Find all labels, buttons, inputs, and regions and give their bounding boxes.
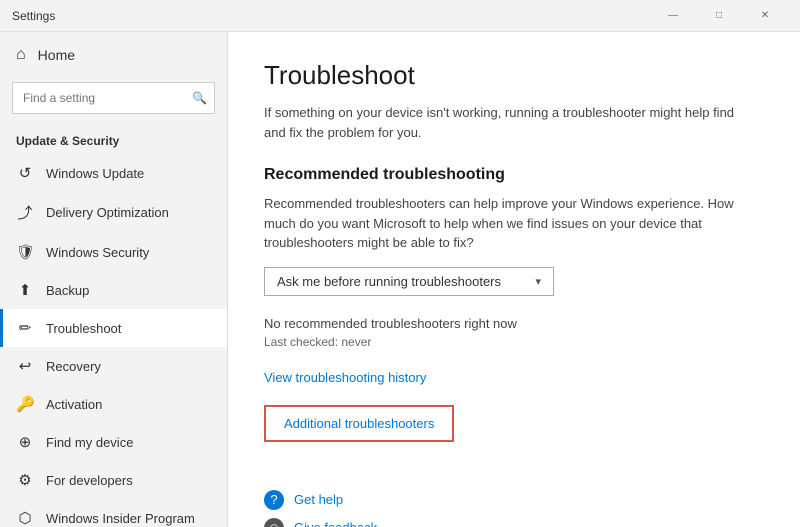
minimize-button[interactable]: — (650, 0, 696, 32)
recommended-section-title: Recommended troubleshooting (264, 166, 764, 184)
sidebar-item-troubleshoot[interactable]: ✏ Troubleshoot (0, 309, 227, 347)
search-icon: 🔍 (192, 91, 207, 105)
help-section: ? Get help ☺ Give feedback (264, 490, 764, 527)
home-label: Home (38, 47, 75, 63)
troubleshoot-dropdown[interactable]: Ask me before running troubleshooters ▾ (264, 267, 554, 296)
sidebar-item-delivery-optimization[interactable]: ⤴ Delivery Optimization (0, 192, 227, 233)
for-developers-icon: ⚙ (16, 471, 34, 489)
home-icon: ⌂ (16, 46, 26, 64)
sidebar-item-for-developers[interactable]: ⚙ For developers (0, 461, 227, 499)
content-area: Troubleshoot If something on your device… (228, 32, 800, 527)
search-box: 🔍 (12, 82, 215, 114)
give-feedback-icon: ☺ (264, 518, 284, 527)
windows-update-icon: ↺ (16, 164, 34, 182)
sidebar-item-label: Windows Security (46, 245, 149, 260)
search-input[interactable] (12, 82, 215, 114)
dropdown-value: Ask me before running troubleshooters (277, 274, 501, 289)
app-container: ⌂ Home 🔍 Update & Security ↺ Windows Upd… (0, 32, 800, 527)
sidebar-item-label: Recovery (46, 359, 101, 374)
titlebar: Settings — □ ✕ (0, 0, 800, 32)
close-button[interactable]: ✕ (742, 0, 788, 32)
sidebar-item-label: Windows Update (46, 166, 144, 181)
troubleshoot-icon: ✏ (16, 319, 34, 337)
view-history-link[interactable]: View troubleshooting history (264, 370, 426, 385)
sidebar-item-windows-insider[interactable]: ⬡ Windows Insider Program (0, 499, 227, 527)
maximize-button[interactable]: □ (696, 0, 742, 32)
get-help-item[interactable]: ? Get help (264, 490, 764, 510)
additional-troubleshooters-button[interactable]: Additional troubleshooters (264, 405, 454, 442)
sidebar-item-activation[interactable]: 🔑 Activation (0, 385, 227, 423)
sidebar-item-label: Find my device (46, 435, 133, 450)
sidebar-item-windows-update[interactable]: ↺ Windows Update (0, 154, 227, 192)
sidebar-item-label: Backup (46, 283, 89, 298)
find-my-device-icon: ⊕ (16, 433, 34, 451)
sidebar: ⌂ Home 🔍 Update & Security ↺ Windows Upd… (0, 32, 228, 527)
sidebar-item-label: Troubleshoot (46, 321, 121, 336)
give-feedback-label: Give feedback (294, 520, 377, 527)
last-checked-text: Last checked: never (264, 335, 764, 349)
get-help-label: Get help (294, 492, 343, 507)
titlebar-controls: — □ ✕ (650, 0, 788, 32)
sidebar-item-backup[interactable]: ⬆ Backup (0, 271, 227, 309)
backup-icon: ⬆ (16, 281, 34, 299)
sidebar-item-label: Windows Insider Program (46, 511, 195, 526)
sidebar-section-label: Update & Security (0, 126, 227, 154)
sidebar-item-label: Delivery Optimization (46, 205, 169, 220)
recovery-icon: ↩ (16, 357, 34, 375)
windows-security-icon: 🛡 (16, 243, 34, 261)
activation-icon: 🔑 (16, 395, 34, 413)
no-troubleshooters-text: No recommended troubleshooters right now (264, 316, 764, 331)
get-help-icon: ? (264, 490, 284, 510)
sidebar-item-home[interactable]: ⌂ Home (0, 32, 227, 78)
recommended-section-description: Recommended troubleshooters can help imp… (264, 194, 744, 253)
windows-insider-icon: ⬡ (16, 509, 34, 527)
page-description: If something on your device isn't workin… (264, 103, 744, 142)
give-feedback-item[interactable]: ☺ Give feedback (264, 518, 764, 527)
titlebar-title: Settings (12, 9, 650, 23)
page-title: Troubleshoot (264, 60, 764, 91)
sidebar-item-find-my-device[interactable]: ⊕ Find my device (0, 423, 227, 461)
sidebar-item-windows-security[interactable]: 🛡 Windows Security (0, 233, 227, 271)
sidebar-item-label: For developers (46, 473, 133, 488)
sidebar-item-label: Activation (46, 397, 102, 412)
chevron-down-icon: ▾ (535, 275, 541, 288)
delivery-optimization-icon: ⤴ (16, 202, 34, 223)
sidebar-item-recovery[interactable]: ↩ Recovery (0, 347, 227, 385)
